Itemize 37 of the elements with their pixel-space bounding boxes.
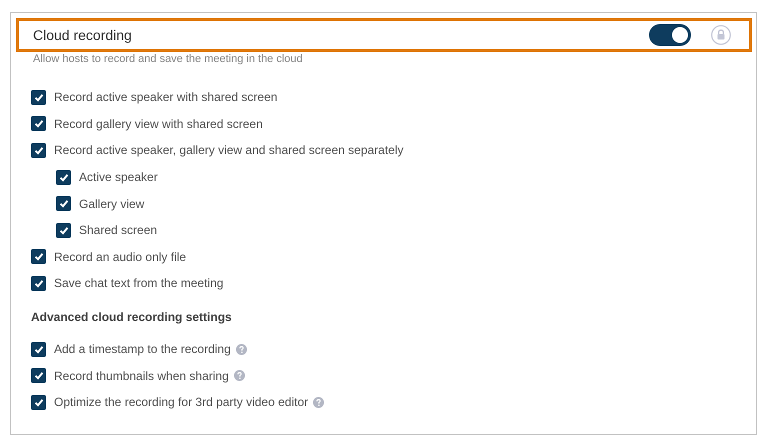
toggle-switch[interactable] — [649, 24, 691, 46]
option-label: Optimize the recording for 3rd party video editor — [54, 395, 308, 410]
checkmark-icon — [34, 119, 44, 128]
checkmark-icon — [58, 199, 68, 208]
checkbox[interactable] — [31, 368, 46, 384]
checkmark-icon — [58, 226, 68, 235]
checkbox[interactable] — [31, 394, 46, 410]
setting-description: Allow hosts to record and save the meeting in the cloud — [33, 53, 304, 67]
setting-title: Cloud recording — [33, 27, 133, 43]
checkbox[interactable] — [31, 90, 46, 105]
checkmark-icon — [34, 252, 44, 262]
checkmark-icon — [58, 172, 68, 182]
option-label: Record thumbnails when sharing — [54, 368, 229, 383]
checkmark-icon — [34, 92, 44, 102]
checkbox[interactable] — [56, 196, 71, 212]
option-label: Shared screen — [79, 223, 158, 238]
option-label: Record active speaker with shared screen — [54, 90, 278, 104]
option-label: Record an audio only file — [54, 250, 186, 264]
checkmark-icon — [34, 278, 44, 288]
section-heading: Advanced cloud recording settings — [31, 308, 233, 326]
checkmark-icon — [34, 146, 44, 155]
checkmark-icon — [34, 398, 44, 407]
option-label: Save chat text from the meeting — [54, 276, 224, 290]
checkbox[interactable] — [31, 249, 46, 264]
checkmark-icon — [34, 344, 44, 354]
checkbox[interactable] — [31, 342, 46, 357]
checkbox[interactable] — [31, 276, 46, 291]
option-label: Record gallery view with shared screen — [54, 116, 263, 131]
checkbox[interactable] — [56, 170, 71, 185]
checkbox[interactable] — [31, 116, 46, 132]
checkmark-icon — [34, 371, 44, 380]
checkbox[interactable] — [31, 142, 46, 158]
option-label: Record active speaker, gallery view and shared screen separately — [54, 143, 404, 158]
option-label: Gallery view — [79, 196, 144, 211]
option-label: Active speaker — [79, 170, 158, 184]
checkbox[interactable] — [56, 222, 71, 238]
option-label: Add a timestamp to the recording — [54, 342, 231, 356]
